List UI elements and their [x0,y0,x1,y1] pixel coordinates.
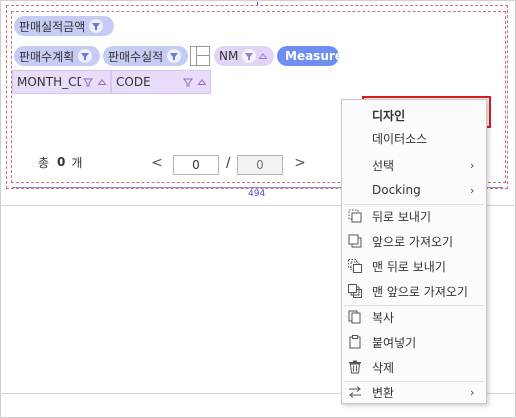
chevron-right-icon: › [470,158,475,172]
grid-column-header[interactable]: MONTH_CD [12,70,111,94]
row-field-label: 판매실적금액 [19,19,86,34]
send-to-back-icon [348,259,362,273]
column-header-label: MONTH_CD [17,75,81,89]
filter-icon[interactable] [181,75,195,89]
convert-icon [349,386,361,398]
menu-item-design[interactable]: 디자인 [342,103,486,127]
column-field-pill[interactable]: 판매수실적 [103,46,188,66]
sort-up-icon[interactable] [98,79,106,85]
column-field-label: 판매수계획 [19,49,75,64]
menu-item-label: 삭제 [372,360,395,375]
width-dimension-label: 494 [248,189,266,199]
menu-item-label: 디자인 [372,108,406,123]
menu-item-convert[interactable]: 변환 › [342,380,486,404]
menu-item-docking[interactable]: Docking › [342,178,486,202]
menu-item-label: 앞으로 가져오기 [372,234,454,249]
column-field-pill[interactable]: 판매수계획 [14,46,100,66]
filter-icon[interactable] [167,49,182,63]
layout-toggle-button[interactable] [190,46,210,66]
menu-item-send-backward[interactable]: 뒤로 보내기 [342,204,486,228]
menu-item-copy[interactable]: 복사 [342,305,486,329]
column-header-label: CODE [116,75,151,89]
menu-item-label: 데이터소스 [372,131,428,146]
menu-item-label: 선택 [372,158,395,173]
context-menu: 디자인 데이터소스 선택 › Docking › 뒤로 보내기 앞으로 가져오기… [341,99,487,404]
grid-column-header[interactable]: CODE [111,70,211,94]
chevron-right-icon: › [470,183,475,197]
total-suffix: 개 [71,155,83,170]
menu-item-delete[interactable]: 삭제 [342,355,486,379]
menu-item-label: 맨 뒤로 보내기 [372,259,446,274]
menu-item-datasource[interactable]: 데이터소스 [342,126,486,150]
row-field-pill[interactable]: 판매실적금액 [14,16,114,36]
menu-item-label: Docking [372,183,421,197]
sort-up-icon[interactable] [198,79,206,85]
send-backward-icon [348,209,362,223]
value-field-label: NM [219,49,239,63]
filter-icon[interactable] [81,75,95,89]
menu-item-paste[interactable]: 붙여넣기 [342,330,486,354]
filter-icon[interactable] [89,19,104,33]
total-prefix: 총 [38,155,50,170]
next-page-button[interactable]: > [293,155,307,171]
column-field-label: 판매수실적 [108,49,164,64]
menu-item-bring-forward[interactable]: 앞으로 가져오기 [342,229,486,253]
menu-item-label: 변환 [372,385,395,400]
prev-page-button[interactable]: < [150,155,164,171]
copy-icon [348,310,361,324]
menu-item-label: 맨 앞으로 가져오기 [372,284,468,299]
menu-item-label: 복사 [372,310,395,325]
menu-item-label: 뒤로 보내기 [372,209,432,224]
paste-icon [349,335,361,349]
total-pages-field: 0 [237,155,283,175]
page-separator: / [226,156,231,171]
total-count-value: 0 [57,155,66,169]
sort-up-icon[interactable] [259,53,268,59]
menu-item-send-to-back[interactable]: 맨 뒤로 보내기 [342,254,486,278]
filter-icon[interactable] [78,49,93,63]
bring-forward-icon [348,234,362,248]
bring-to-front-icon [348,284,362,298]
trash-icon [349,360,361,374]
menu-item-select[interactable]: 선택 › [342,153,486,177]
chevron-right-icon: › [470,385,475,399]
measures-label: Measures [285,49,351,63]
menu-item-bring-to-front[interactable]: 맨 앞으로 가져오기 [342,279,486,303]
menu-item-label: 붙여넣기 [372,335,417,350]
total-count: 총 0 개 [38,150,82,174]
measures-pill[interactable]: Measures [277,46,350,66]
current-page-input[interactable]: 0 [173,155,219,175]
value-field-pill[interactable]: NM [214,46,274,66]
filter-icon[interactable] [242,49,257,63]
